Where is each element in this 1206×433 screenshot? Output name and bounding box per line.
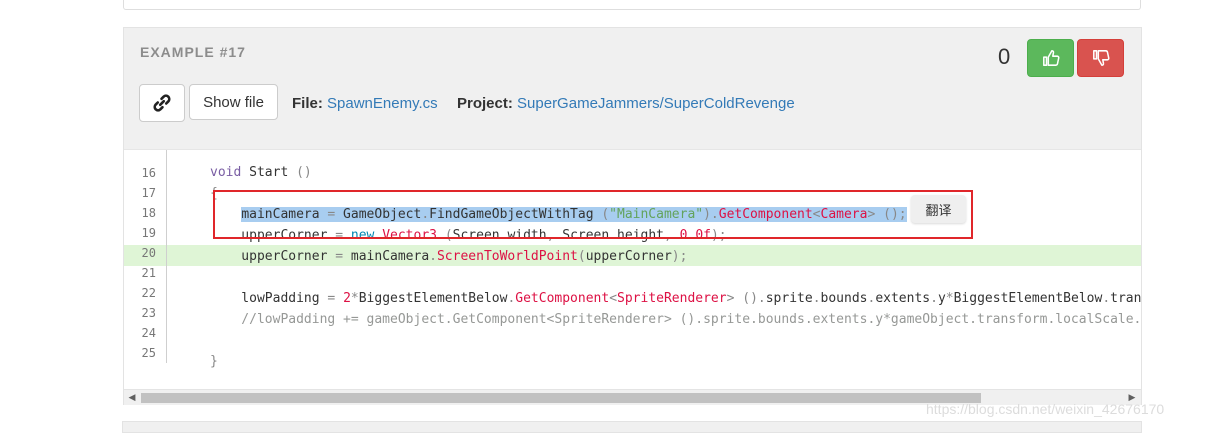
line-number: 21 <box>141 266 156 280</box>
scrollbar-thumb[interactable] <box>141 393 981 403</box>
line-number: 17 <box>141 186 156 200</box>
code-line: upperCorner = mainCamera.ScreenToWorldPo… <box>210 249 688 264</box>
example-card: EXAMPLE #17 0 Show file File: SpawnEnemy… <box>123 27 1142 405</box>
thumbs-down-icon <box>1092 50 1110 66</box>
thumbs-up-icon <box>1042 50 1060 66</box>
next-example-card <box>122 421 1142 433</box>
line-number: 18 <box>141 206 156 220</box>
downvote-button[interactable] <box>1077 39 1124 77</box>
line-number: 16 <box>141 166 156 180</box>
line-number: 19 <box>141 226 156 240</box>
show-file-button[interactable]: Show file <box>189 84 278 120</box>
file-info: File: SpawnEnemy.cs <box>292 95 438 112</box>
upvote-button[interactable] <box>1027 39 1074 77</box>
project-link[interactable]: SuperGameJammers/SuperColdRevenge <box>517 95 795 112</box>
line-number: 20 <box>141 246 156 260</box>
code-line: void Start () <box>210 165 312 180</box>
project-info: Project: SuperGameJammers/SuperColdReven… <box>457 95 795 112</box>
permalink-button[interactable] <box>139 84 185 122</box>
line-number: 25 <box>141 346 156 360</box>
file-label: File: <box>292 95 323 112</box>
line-number: 22 <box>141 286 156 300</box>
chevron-left-icon[interactable]: ◀ <box>126 391 138 404</box>
translate-popup[interactable]: 翻译 <box>911 195 966 223</box>
example-header: EXAMPLE #17 0 Show file File: SpawnEnemy… <box>124 28 1141 150</box>
code-viewer[interactable]: 16 17 18 19 20 21 22 23 24 25 void Start… <box>124 150 1141 389</box>
code-line: //lowPadding += gameObject.GetComponent<… <box>210 312 1141 327</box>
line-number: 23 <box>141 306 156 320</box>
watermark: https://blog.csdn.net/weixin_42676170 <box>926 401 1165 417</box>
code-line: } <box>210 354 218 369</box>
previous-example-card <box>123 0 1141 10</box>
vote-score: 0 <box>998 44 1011 69</box>
file-link[interactable]: SpawnEnemy.cs <box>327 95 438 112</box>
line-number: 24 <box>141 326 156 340</box>
annotation-box <box>213 190 973 239</box>
gutter-divider <box>166 150 167 363</box>
code-line: lowPadding = 2*BiggestElementBelow.GetCo… <box>210 291 1141 306</box>
project-label: Project: <box>457 95 513 112</box>
example-title: EXAMPLE #17 <box>140 44 246 60</box>
link-icon <box>153 94 171 112</box>
